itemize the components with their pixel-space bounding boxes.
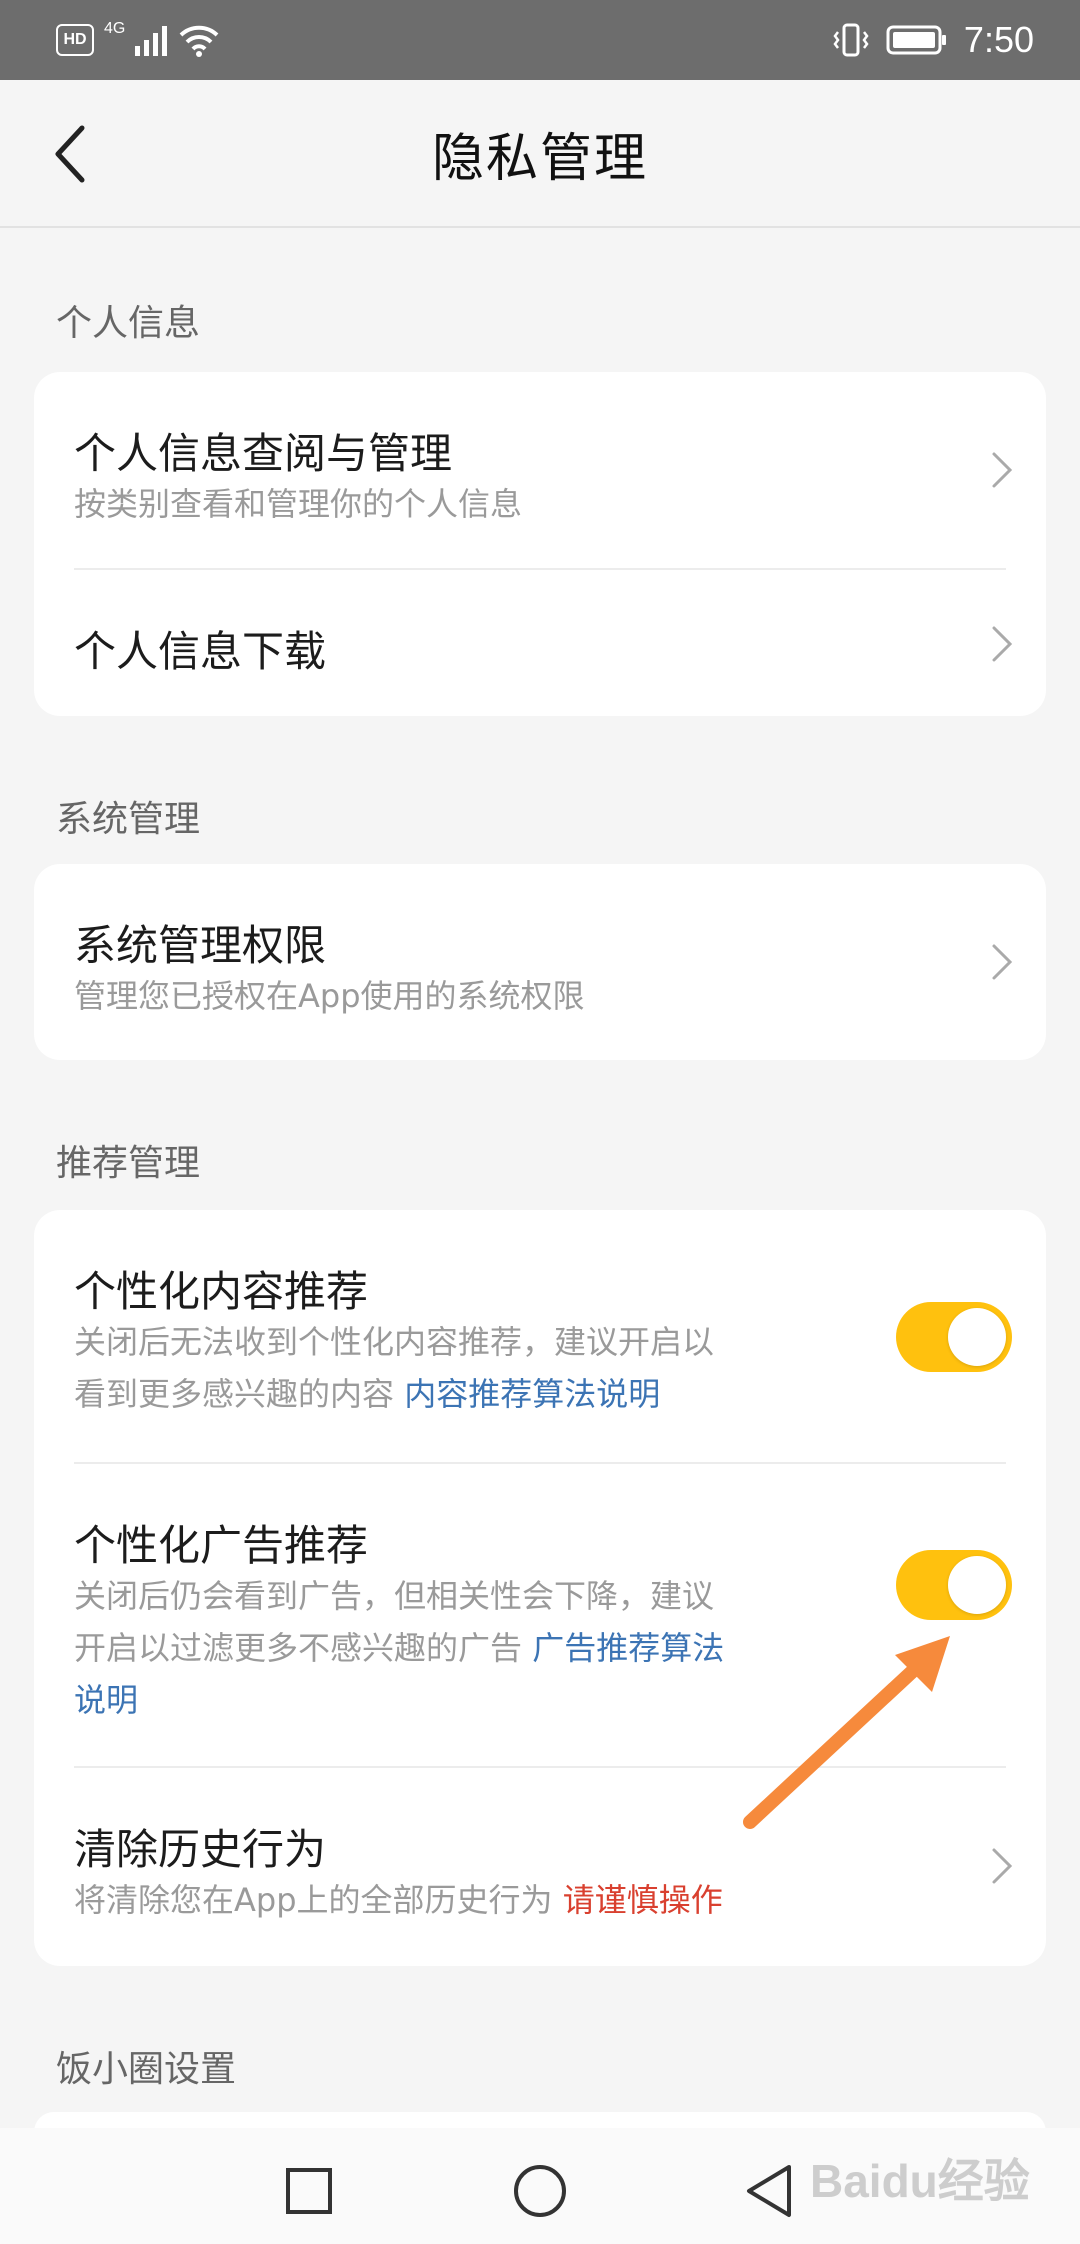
row-subtitle: 将清除您在App上的全部历史行为 请谨慎操作 — [74, 1874, 723, 1926]
section-title-personal-info: 个人信息 — [56, 303, 201, 344]
row-title: 个人信息查阅与管理 — [74, 429, 453, 478]
signal-icon — [135, 26, 168, 56]
row-subtitle: 按类别查看和管理你的个人信息 — [74, 485, 523, 523]
personalized-content-toggle[interactable] — [896, 1302, 1012, 1372]
row-personal-info-download[interactable]: 个人信息下载 — [34, 570, 1046, 716]
recent-apps-button[interactable] — [274, 2156, 344, 2226]
subtitle-text: 看到更多感兴趣的内容 — [74, 1375, 395, 1413]
content-algorithm-link[interactable]: 内容推荐算法说明 — [404, 1375, 660, 1413]
wifi-icon — [179, 25, 219, 57]
row-title: 个性化广告推荐 — [74, 1521, 369, 1570]
row-clear-history[interactable]: 清除历史行为 将清除您在App上的全部历史行为 请谨慎操作 — [34, 1768, 1046, 1966]
baidu-watermark: Baidu经验 — [810, 2155, 1030, 2207]
back-button[interactable] — [30, 114, 110, 194]
toggle-knob — [948, 1556, 1006, 1614]
chevron-left-icon — [55, 125, 85, 183]
row-subtitle: 关闭后无法收到个性化内容推荐，建议开启以 看到更多感兴趣的内容 内容推荐算法说明 — [74, 1316, 794, 1420]
warning-text: 请谨慎操作 — [562, 1881, 723, 1919]
app-header: 隐私管理 — [0, 80, 1080, 228]
chevron-right-icon — [992, 626, 1013, 662]
card-recommendation: 个性化内容推荐 关闭后无法收到个性化内容推荐，建议开启以 看到更多感兴趣的内容 … — [34, 1210, 1046, 1966]
chevron-right-icon — [992, 452, 1013, 488]
row-title: 个人信息下载 — [74, 627, 327, 676]
chevron-right-icon — [992, 1848, 1013, 1884]
section-title-fanxiaoquan: 饭小圈设置 — [56, 2049, 237, 2090]
section-title-recommendation: 推荐管理 — [56, 1143, 201, 1184]
hd-icon: HD — [56, 24, 94, 56]
row-title: 清除历史行为 — [74, 1825, 327, 1874]
ad-algorithm-link-continued[interactable]: 说明 — [74, 1674, 794, 1726]
status-left: HD 4G — [56, 18, 219, 62]
card-personal-info: 个人信息查阅与管理 按类别查看和管理你的个人信息 个人信息下载 — [34, 372, 1046, 716]
row-title: 个性化内容推荐 — [74, 1267, 369, 1316]
subtitle-line: 关闭后无法收到个性化内容推荐，建议开启以 — [74, 1323, 715, 1361]
personalized-ads-toggle[interactable] — [896, 1550, 1012, 1620]
back-icon — [747, 2165, 791, 2217]
subtitle-line: 开启以过滤更多不感兴趣的广告 广告推荐算法 — [74, 1622, 794, 1674]
home-button[interactable] — [505, 2156, 575, 2226]
recent-apps-icon — [286, 2168, 332, 2214]
status-right: 7:50 — [832, 18, 1034, 62]
subtitle-line: 看到更多感兴趣的内容 内容推荐算法说明 — [74, 1368, 794, 1420]
row-subtitle: 关闭后仍会看到广告，但相关性会下降，建议 开启以过滤更多不感兴趣的广告 广告推荐… — [74, 1570, 794, 1726]
section-title-system: 系统管理 — [56, 799, 201, 840]
page-title: 隐私管理 — [431, 128, 648, 189]
chevron-right-icon — [992, 944, 1013, 980]
status-time: 7:50 — [963, 19, 1034, 60]
ad-algorithm-link[interactable]: 广告推荐算法 — [532, 1629, 724, 1667]
network-type: 4G — [104, 20, 126, 37]
battery-icon — [886, 25, 946, 55]
row-personal-info-manage[interactable]: 个人信息查阅与管理 按类别查看和管理你的个人信息 — [34, 372, 1046, 568]
vibrate-icon — [833, 23, 869, 57]
row-title: 系统管理权限 — [74, 921, 327, 970]
subtitle-line: 关闭后仍会看到广告，但相关性会下降，建议 — [74, 1577, 715, 1615]
back-nav-button[interactable] — [734, 2156, 804, 2226]
toggle-knob — [948, 1308, 1006, 1366]
subtitle-text: 将清除您在App上的全部历史行为 — [74, 1881, 553, 1919]
subtitle-text: 开启以过滤更多不感兴趣的广告 — [74, 1629, 523, 1667]
row-system-permissions[interactable]: 系统管理权限 管理您已授权在App使用的系统权限 — [34, 864, 1046, 1060]
card-system: 系统管理权限 管理您已授权在App使用的系统权限 — [34, 864, 1046, 1060]
row-personalized-ads: 个性化广告推荐 关闭后仍会看到广告，但相关性会下降，建议 开启以过滤更多不感兴趣… — [34, 1464, 1046, 1766]
home-icon — [514, 2165, 566, 2217]
row-personalized-content: 个性化内容推荐 关闭后无法收到个性化内容推荐，建议开启以 看到更多感兴趣的内容 … — [34, 1210, 1046, 1462]
row-subtitle: 管理您已授权在App使用的系统权限 — [74, 977, 585, 1015]
status-bar: HD 4G 7:50 — [0, 0, 1080, 80]
